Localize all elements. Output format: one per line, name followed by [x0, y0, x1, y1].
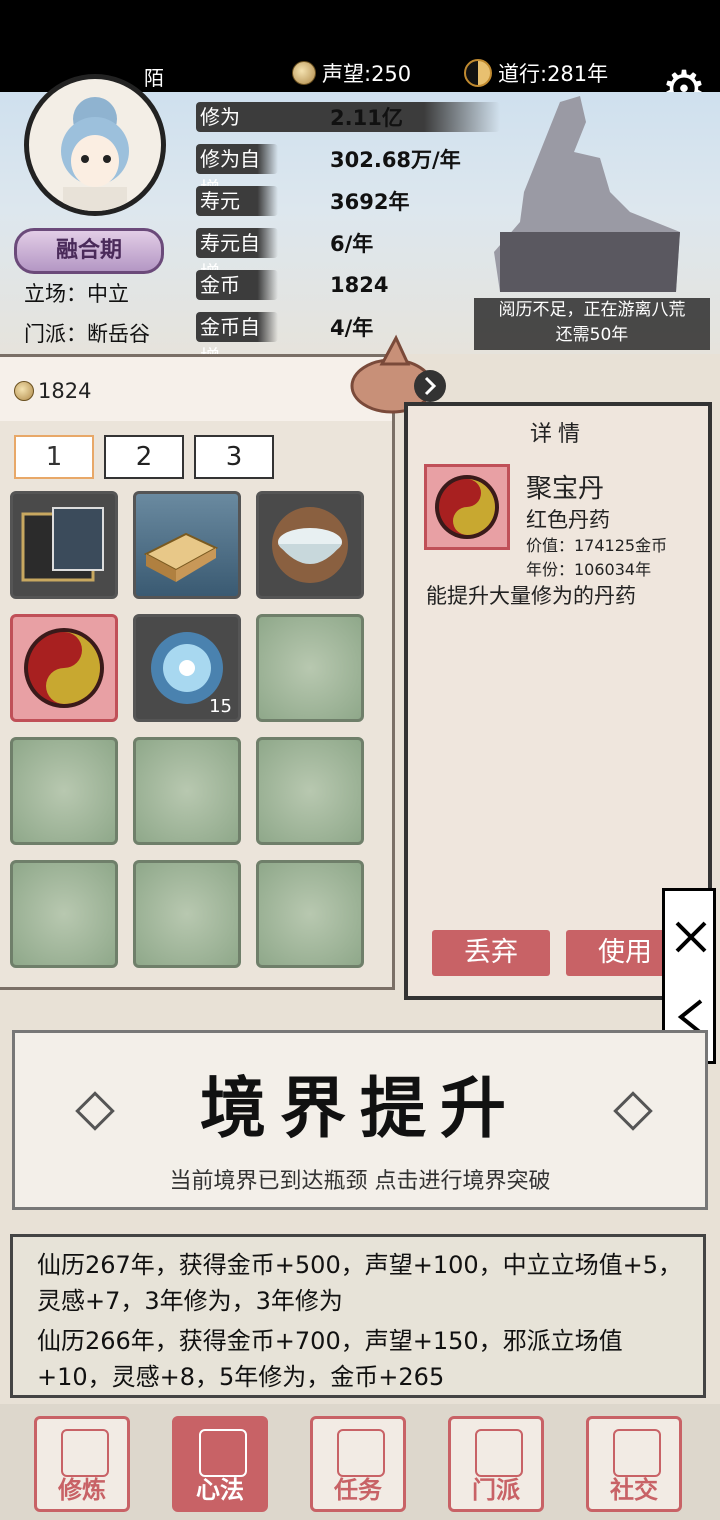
detail-item-slot	[424, 464, 510, 550]
inventory-slot[interactable]	[10, 614, 118, 722]
stat-value: 2.11亿	[330, 106, 403, 130]
nav-sect[interactable]: 门派	[448, 1416, 544, 1512]
coin-icon	[14, 381, 34, 401]
realm-subtitle: 当前境界已到达瓶颈 点击进行境界突破	[169, 1169, 551, 1194]
close-icon[interactable]	[673, 919, 709, 955]
red-pill-icon	[24, 628, 104, 708]
book-icon	[21, 507, 104, 582]
wander-status-line: 阅历不足，正在游离八荒	[498, 300, 686, 320]
event-log: 仙历267年，获得金币+500，声望+100，中立立场值+5，灵感+7，3年修为…	[10, 1234, 706, 1398]
realm-title: 境界提升	[200, 1069, 520, 1147]
inventory-slot-empty[interactable]	[10, 860, 118, 968]
stat-row-lifespan: 寿元 3692年	[196, 184, 409, 218]
discard-button[interactable]: 丢弃	[432, 930, 550, 976]
stat-row-lifespan-rate: 寿元自增 6/年	[196, 226, 373, 285]
wander-status-remaining: 还需50年	[555, 325, 629, 345]
stat-label: 寿元自增	[196, 228, 278, 285]
stat-label: 金币自增	[196, 312, 278, 369]
stat-label: 修为自增	[196, 144, 278, 201]
inventory-slot-empty[interactable]	[256, 737, 364, 845]
inventory-coin-value: 1824	[38, 379, 92, 403]
inventory-slot-empty[interactable]	[256, 614, 364, 722]
inventory-coin-bar: 1824	[0, 357, 392, 421]
inventory-slot[interactable]	[133, 491, 241, 599]
slot-count: 15	[209, 696, 232, 717]
nav-technique[interactable]: 心法	[172, 1416, 268, 1512]
stance-text: 立场：中立	[24, 282, 129, 306]
wander-status: 阅历不足，正在游离八荒 还需50年	[474, 298, 710, 350]
wanderer-silhouette-icon	[494, 96, 680, 292]
nav-label: 心法	[196, 1476, 244, 1504]
avatar-portrait-icon	[61, 97, 129, 211]
item-price: 价值：174125金币	[526, 536, 668, 555]
inventory-slot-empty[interactable]	[256, 860, 364, 968]
avatar[interactable]	[24, 74, 166, 216]
red-pill-icon	[435, 475, 499, 539]
stat-label: 金币	[196, 270, 278, 300]
stat-value: 6/年	[330, 232, 374, 256]
bottom-nav: 修炼 心法 任务 门派 社交	[0, 1404, 720, 1520]
log-entry: 仙历267年，获得金币+500，声望+100，中立立场值+5，灵感+7，3年修为…	[37, 1251, 683, 1315]
tab-2[interactable]: 2	[104, 435, 184, 479]
stat-label: 寿元	[196, 186, 278, 216]
nav-label: 任务	[334, 1476, 382, 1504]
inventory-slot-empty[interactable]	[133, 860, 241, 968]
daoxing-display: 道行:281年	[464, 58, 608, 88]
tab-1[interactable]: 1	[14, 435, 94, 479]
nav-label: 社交	[610, 1476, 658, 1504]
nav-quest[interactable]: 任务	[310, 1416, 406, 1512]
reputation-icon	[292, 61, 316, 85]
yin-yang-icon	[464, 59, 492, 87]
player-name: 陌	[144, 66, 164, 90]
reputation-display: 声望:250	[292, 58, 411, 88]
item-age: 年份：106034年	[526, 560, 652, 579]
log-entry: 仙历266年，获得金币+700，声望+150，邪派立场值+10，灵感+8，5年修…	[37, 1327, 623, 1391]
nav-label: 修炼	[58, 1476, 106, 1504]
inventory-slot-empty[interactable]	[133, 737, 241, 845]
stat-value: 302.68万/年	[330, 148, 461, 172]
inventory-slot[interactable]	[256, 491, 364, 599]
stat-row-cultivation: 修为 2.11亿	[196, 100, 500, 134]
realm-breakthrough-button[interactable]: 境界提升 当前境界已到达瓶颈 点击进行境界突破	[12, 1030, 708, 1210]
stat-row-cultivation-rate: 修为自增 302.68万/年	[196, 142, 461, 201]
daoxing-text: 道行:281年	[498, 62, 609, 86]
inventory-slot[interactable]	[10, 491, 118, 599]
stat-value: 1824	[330, 273, 389, 297]
nav-label: 门派	[472, 1476, 520, 1504]
stat-row-gold: 金币 1824	[196, 268, 388, 302]
inventory-slot-empty[interactable]	[10, 737, 118, 845]
inventory-slot[interactable]: 15	[133, 614, 241, 722]
realm-badge: 融合期	[14, 228, 164, 274]
sect-text: 门派：断岳谷	[24, 322, 150, 346]
gold-ingot-icon	[143, 532, 219, 582]
item-type: 红色丹药	[526, 508, 610, 532]
nav-cultivate[interactable]: 修炼	[34, 1416, 130, 1512]
stat-row-gold-rate: 金币自增 4/年	[196, 310, 373, 369]
stat-value: 3692年	[330, 190, 410, 214]
item-description: 能提升大量修为的丹药	[426, 584, 636, 608]
nav-social[interactable]: 社交	[586, 1416, 682, 1512]
inventory-coin-display: 1824	[14, 379, 91, 403]
tab-3[interactable]: 3	[194, 435, 274, 479]
glowing-bowl-icon	[272, 507, 348, 583]
detail-title: 详情	[529, 422, 586, 447]
inventory-panel: 1824 1 2 3 15	[0, 354, 395, 990]
item-name: 聚宝丹	[526, 474, 605, 504]
reputation-text: 声望:250	[322, 62, 412, 86]
